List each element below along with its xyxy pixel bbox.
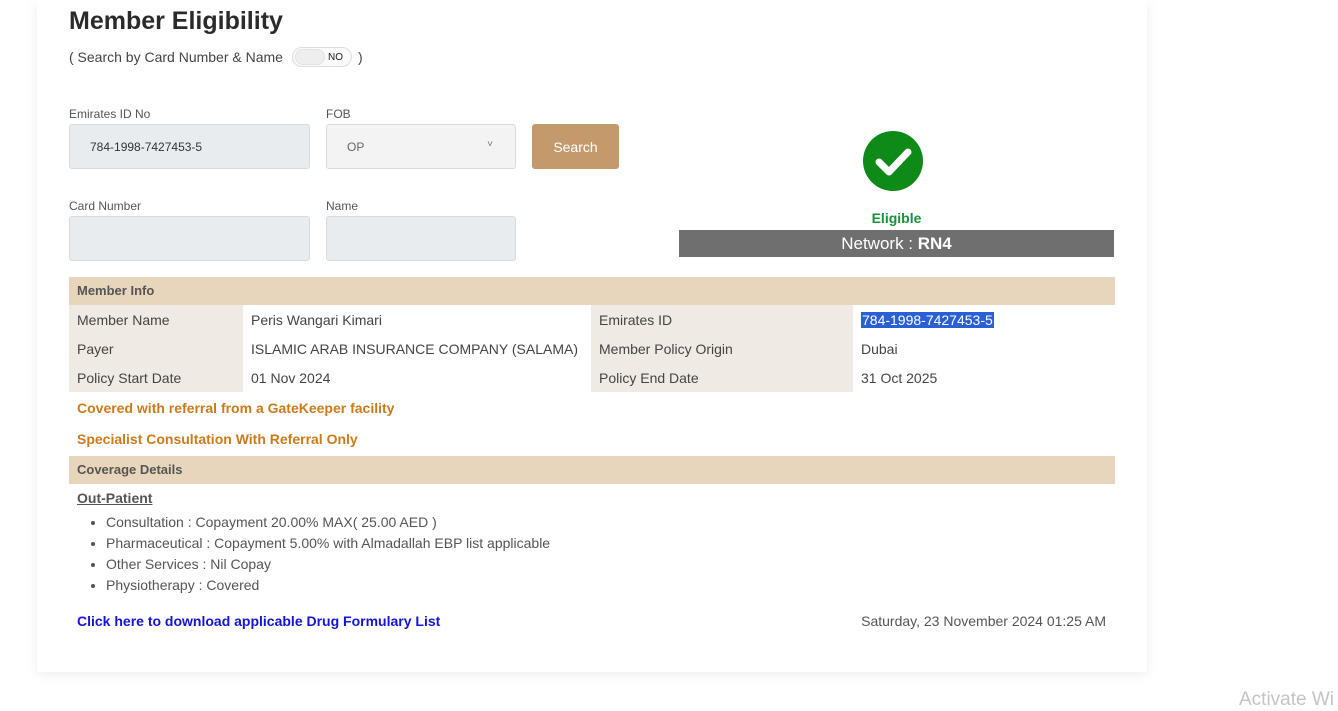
network-value: RN4 [917, 234, 952, 253]
coverage-details-header: Coverage Details [69, 456, 1115, 484]
emirates-id-selected-text[interactable]: 784-1998-7427453-5 [861, 311, 994, 328]
policy-start-key: Policy Start Date [69, 363, 243, 392]
member-name-key: Member Name [69, 305, 243, 334]
check-circle-icon [863, 131, 923, 191]
list-item: Consultation : Copayment 20.00% MAX( 25.… [106, 512, 550, 533]
policy-start-value: 01 Nov 2024 [251, 369, 331, 386]
coverage-list: Consultation : Copayment 20.00% MAX( 25.… [88, 512, 550, 596]
list-item: Other Services : Nil Copay [106, 554, 550, 575]
search-mode-label: ( Search by Card Number & Name [69, 49, 283, 65]
emirates-id-value: 784-1998-7427453-5 [90, 139, 203, 154]
search-mode-close-paren: ) [357, 49, 363, 65]
activate-windows-watermark: Activate Wi [1239, 689, 1335, 710]
policy-origin-key: Member Policy Origin [591, 334, 853, 363]
payer-key: Payer [69, 334, 243, 363]
eligibility-status: Eligible [871, 210, 922, 226]
card-number-label: Card Number [69, 199, 142, 213]
search-by-card-toggle[interactable]: NO [291, 47, 352, 67]
member-info-table: Member Name Peris Wangari Kimari Emirate… [69, 305, 1115, 392]
emirates-id-key: Emirates ID [591, 305, 853, 334]
network-label: Network : [841, 234, 918, 253]
name-input[interactable] [326, 216, 516, 261]
list-item: Pharmaceutical : Copayment 5.00% with Al… [106, 533, 550, 554]
list-item: Physiotherapy : Covered [106, 575, 550, 596]
fob-selected-value: OP [347, 139, 365, 154]
policy-end-key: Policy End Date [591, 363, 853, 392]
table-row: Member Name Peris Wangari Kimari Emirate… [69, 305, 1115, 334]
chevron-down-icon: ˅ [487, 139, 493, 150]
gatekeeper-notice: Covered with referral from a GateKeeper … [77, 400, 395, 416]
policy-origin-value: Dubai [861, 340, 898, 357]
member-name-value: Peris Wangari Kimari [251, 311, 382, 328]
search-mode-line: ( Search by Card Number & Name NO ) [69, 47, 363, 67]
name-label: Name [326, 199, 359, 213]
search-button[interactable]: Search [532, 124, 619, 169]
page-title: Member Eligibility [69, 7, 283, 35]
network-bar: Network : RN4 [679, 230, 1114, 257]
fob-label: FOB [326, 107, 351, 121]
policy-end-value: 31 Oct 2025 [861, 369, 938, 386]
toggle-state-label: NO [327, 51, 343, 63]
specialist-notice: Specialist Consultation With Referral On… [77, 431, 358, 447]
drug-formulary-link[interactable]: Click here to download applicable Drug F… [77, 613, 440, 629]
outpatient-heading: Out-Patient [77, 490, 153, 506]
toggle-knob [294, 49, 325, 65]
emirates-id-label: Emirates ID No [69, 107, 151, 121]
table-row: Payer ISLAMIC ARAB INSURANCE COMPANY (SA… [69, 334, 1115, 363]
emirates-id-cell[interactable]: 784-1998-7427453-5 [853, 305, 1115, 334]
table-row: Policy Start Date 01 Nov 2024 Policy End… [69, 363, 1115, 392]
emirates-id-input[interactable]: 784-1998-7427453-5 [69, 124, 310, 169]
fob-select[interactable]: OP ˅ [326, 124, 516, 169]
card-number-input[interactable] [69, 216, 310, 261]
report-datetime: Saturday, 23 November 2024 01:25 AM [861, 613, 1106, 629]
payer-value: ISLAMIC ARAB INSURANCE COMPANY (SALAMA) [251, 340, 578, 357]
member-info-header: Member Info [69, 277, 1115, 305]
